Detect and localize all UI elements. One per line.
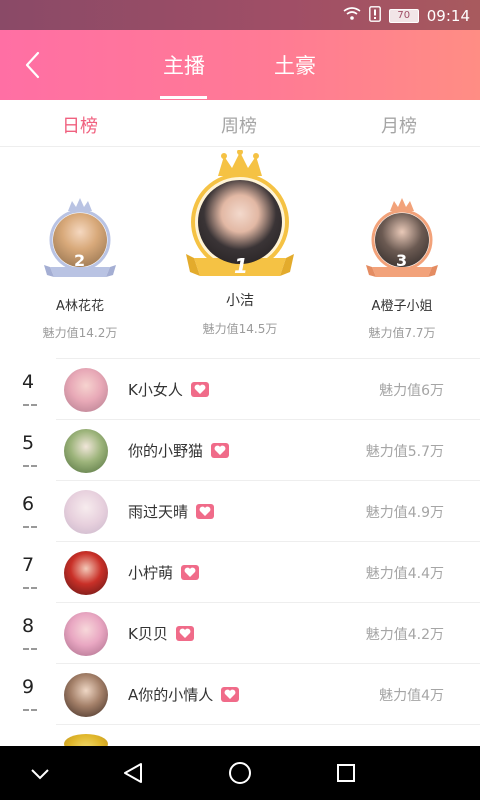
podium-name: A橙子小姐 — [371, 299, 433, 314]
heart-icon — [221, 687, 240, 702]
user-name: K小女人 — [128, 381, 183, 399]
podium-name: A林花花 — [56, 299, 104, 314]
battery-icon: 70 — [388, 9, 419, 23]
avatar — [64, 368, 108, 412]
rank-number: 1 — [234, 254, 248, 278]
charm-value: 魅力值4.9万 — [365, 505, 444, 521]
list-item[interactable]: 8 K贝贝 魅力值4.2万 — [22, 602, 480, 663]
header: 主播 土豪 — [0, 30, 480, 100]
recent-square-icon[interactable] — [336, 763, 356, 787]
heart-icon — [190, 382, 209, 397]
user-name: 你的小野猫 — [128, 442, 204, 460]
rank-number: 5 — [21, 432, 35, 454]
charm-value: 魅力值4万 — [379, 688, 444, 704]
avatar — [64, 612, 108, 656]
avatar — [64, 673, 108, 717]
user-name: A你的小情人 — [128, 686, 214, 704]
heart-icon — [181, 565, 200, 580]
podium-charm: 魅力值14.2万 — [42, 326, 118, 340]
back-triangle-icon[interactable] — [122, 762, 144, 788]
rank-number: 6 — [21, 493, 35, 515]
rank-number: 3 — [396, 251, 408, 270]
tab-daily[interactable]: 日榜 — [62, 112, 98, 138]
heart-icon — [211, 443, 230, 458]
podium-charm: 魅力值7.7万 — [368, 326, 436, 340]
list-item[interactable]: 9 A你的小情人 魅力值4万 — [22, 663, 480, 724]
user-name: 小柠萌 — [128, 564, 174, 582]
rank-number: 2 — [74, 251, 86, 270]
alert-icon — [368, 6, 381, 26]
avatar — [64, 551, 108, 595]
tab-weekly[interactable]: 周榜 — [221, 112, 257, 138]
rank-number: 7 — [21, 554, 35, 576]
podium-name: 小洁 — [226, 293, 254, 309]
clock: 09:14 — [426, 7, 470, 25]
rank-divider — [23, 404, 37, 406]
rank-number: 9 — [21, 676, 35, 698]
charm-value: 魅力值4.4万 — [365, 566, 444, 582]
list-item[interactable]: 7 小柠萌 魅力值4.4万 — [22, 541, 480, 602]
heart-icon — [175, 626, 194, 641]
tab-monthly[interactable]: 月榜 — [381, 112, 417, 138]
user-name: K贝贝 — [128, 625, 168, 643]
wifi-icon — [343, 7, 361, 25]
avatar — [64, 490, 108, 534]
rank-divider — [23, 709, 37, 711]
list-item[interactable]: 5 你的小野猫 魅力值5.7万 — [22, 419, 480, 480]
ranking-list: 4 K小女人 魅力值6万 5 你的小野猫 魅力值5.7万 6 雨过天晴 魅力值4… — [0, 358, 480, 754]
avatar — [198, 180, 282, 264]
rank-divider — [23, 587, 37, 589]
home-circle-icon[interactable] — [228, 761, 252, 789]
rank-number: 8 — [21, 615, 35, 637]
charm-value: 魅力值4.2万 — [365, 627, 444, 643]
period-tabs: 日榜 周榜 月榜 — [0, 100, 480, 147]
active-tab-indicator — [160, 96, 207, 99]
avatar — [64, 429, 108, 473]
tab-anchor[interactable]: 主播 — [163, 50, 205, 80]
charm-value: 魅力值6万 — [379, 383, 444, 399]
podium: 2 A林花花 魅力值14.2万 1 小洁 魅力值14.5万 3 A橙子小姐 魅力… — [0, 150, 480, 350]
chevron-down-icon[interactable] — [30, 766, 50, 785]
rank-divider — [23, 465, 37, 467]
rank-number: 4 — [21, 371, 35, 393]
charm-value: 魅力值5.7万 — [365, 444, 444, 460]
back-arrow-icon[interactable] — [18, 50, 48, 80]
list-item-partial[interactable] — [56, 724, 480, 754]
rank-divider — [23, 526, 37, 528]
podium-rank-3[interactable]: 3 A橙子小姐 魅力值7.7万 — [342, 195, 462, 341]
podium-rank-1[interactable]: 1 小洁 魅力值14.5万 — [180, 150, 300, 337]
user-name: 雨过天晴 — [128, 503, 189, 521]
tab-tycoon[interactable]: 土豪 — [274, 50, 316, 80]
system-nav-bar — [0, 746, 480, 800]
list-item[interactable]: 4 K小女人 魅力值6万 — [22, 358, 480, 419]
status-bar: 70 09:14 — [0, 0, 480, 30]
rank-divider — [23, 648, 37, 650]
podium-rank-2[interactable]: 2 A林花花 魅力值14.2万 — [20, 195, 140, 341]
heart-icon — [196, 504, 215, 519]
status-icons: 70 09:14 — [343, 6, 470, 26]
list-item[interactable]: 6 雨过天晴 魅力值4.9万 — [22, 480, 480, 541]
podium-charm: 魅力值14.5万 — [202, 322, 278, 336]
